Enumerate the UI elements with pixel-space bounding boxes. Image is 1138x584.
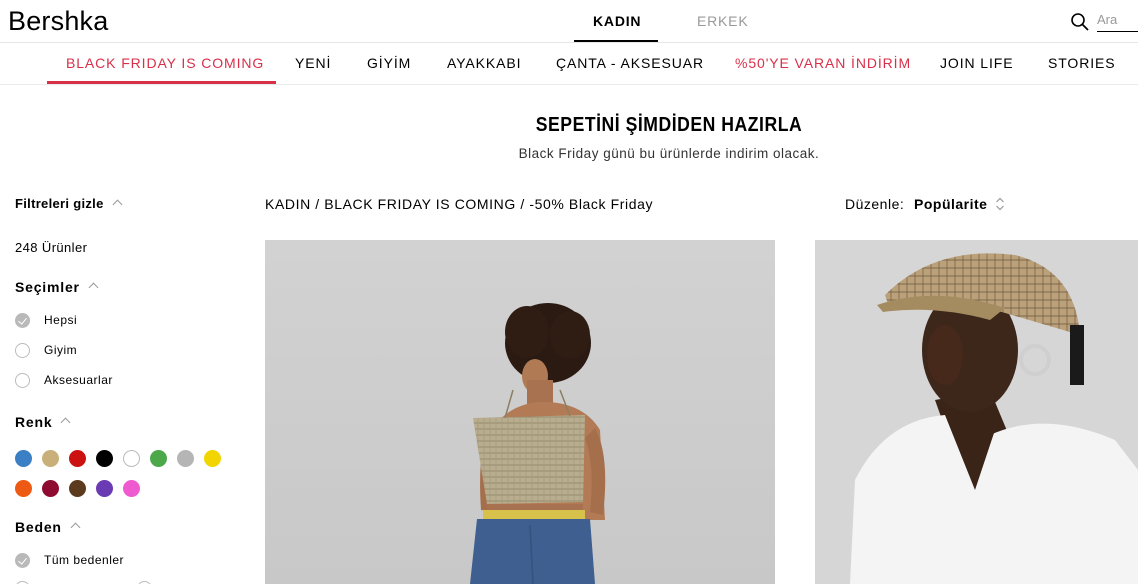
category-nav: BLACK FRIDAY IS COMING YENİ GİYİM AYAKKA…	[0, 44, 1138, 85]
filter-section-selections[interactable]: Seçimler	[15, 279, 99, 295]
product-image	[265, 240, 775, 584]
color-swatch-grey[interactable]	[177, 450, 194, 467]
color-swatch-blue[interactable]	[15, 450, 32, 467]
tab-erkek[interactable]: ERKEK	[697, 13, 748, 29]
option-label: Hepsi	[44, 313, 78, 327]
option-hepsi[interactable]: Hepsi	[15, 312, 77, 328]
sort-dropdown[interactable]: Popülarite	[914, 196, 987, 212]
sort-arrows-icon[interactable]	[995, 196, 1005, 212]
nav-ayakkabi[interactable]: AYAKKABI	[447, 55, 521, 71]
radio-icon	[15, 342, 30, 358]
radio-icon	[15, 372, 30, 388]
hide-filters-label: Filtreleri gizle	[15, 196, 104, 211]
product-card[interactable]	[815, 240, 1138, 584]
option-label: Giyim	[44, 343, 78, 357]
color-swatch-beige[interactable]	[42, 450, 59, 467]
chevron-up-icon	[112, 199, 123, 210]
color-swatch-red[interactable]	[69, 450, 86, 467]
breadcrumb[interactable]: KADIN / BLACK FRIDAY IS COMING / -50% Bl…	[265, 196, 653, 212]
option-label: Tüm bedenler	[44, 553, 125, 567]
nav-join-life[interactable]: JOIN LIFE	[940, 55, 1013, 71]
color-swatch-white[interactable]	[123, 450, 140, 467]
product-card[interactable]	[265, 240, 775, 584]
color-swatch-green[interactable]	[150, 450, 167, 467]
nav-black-friday[interactable]: BLACK FRIDAY IS COMING	[66, 55, 264, 71]
page-title: SEPETİNİ ŞİMDİDEN HAZIRLA	[535, 114, 803, 136]
page-subtitle: Black Friday günü bu ürünlerde indirim o…	[518, 146, 820, 161]
active-nav-indicator	[47, 81, 276, 84]
sort-label: Düzenle:	[845, 196, 905, 212]
nav-stories[interactable]: STORIES	[1048, 55, 1116, 71]
color-swatch-orange[interactable]	[15, 480, 32, 497]
nav-giyim[interactable]: GİYİM	[367, 55, 411, 71]
chevron-up-icon	[60, 417, 71, 428]
nav-indirim[interactable]: %50'YE VARAN İNDİRİM	[735, 55, 911, 71]
active-tab-indicator	[574, 40, 658, 42]
radio-checked-icon	[15, 552, 30, 568]
nav-yeni[interactable]: YENİ	[295, 55, 331, 71]
product-count: 248 Ürünler	[15, 240, 88, 255]
option-all-sizes[interactable]: Tüm bedenler	[15, 552, 124, 568]
filter-section-color[interactable]: Renk	[15, 414, 71, 430]
top-bar: Bershka KADIN ERKEK	[0, 0, 1138, 43]
color-swatch-yellow[interactable]	[204, 450, 221, 467]
color-swatch-burgundy[interactable]	[42, 480, 59, 497]
color-swatch-purple[interactable]	[96, 480, 113, 497]
section-title-selections: Seçimler	[15, 279, 80, 295]
option-label: Aksesuarlar	[44, 373, 113, 387]
tab-kadin[interactable]: KADIN	[593, 13, 641, 29]
chevron-up-icon	[88, 282, 99, 293]
search-input[interactable]	[1097, 10, 1138, 32]
filter-section-size[interactable]: Beden	[15, 519, 81, 535]
chevron-up-icon	[70, 522, 81, 533]
color-swatch-brown[interactable]	[69, 480, 86, 497]
search-icon[interactable]	[1070, 12, 1090, 32]
color-swatch-pink[interactable]	[123, 480, 140, 497]
brand-logo[interactable]: Bershka	[8, 6, 108, 37]
color-swatch-black[interactable]	[96, 450, 113, 467]
product-image	[815, 240, 1138, 584]
radio-checked-icon	[15, 312, 30, 328]
section-title-size: Beden	[15, 519, 62, 535]
option-aksesuarlar[interactable]: Aksesuarlar	[15, 372, 113, 388]
nav-canta-aksesuar[interactable]: ÇANTA - AKSESUAR	[556, 55, 704, 71]
hide-filters-toggle[interactable]: Filtreleri gizle	[15, 196, 123, 211]
section-title-color: Renk	[15, 414, 53, 430]
option-giyim[interactable]: Giyim	[15, 342, 77, 358]
